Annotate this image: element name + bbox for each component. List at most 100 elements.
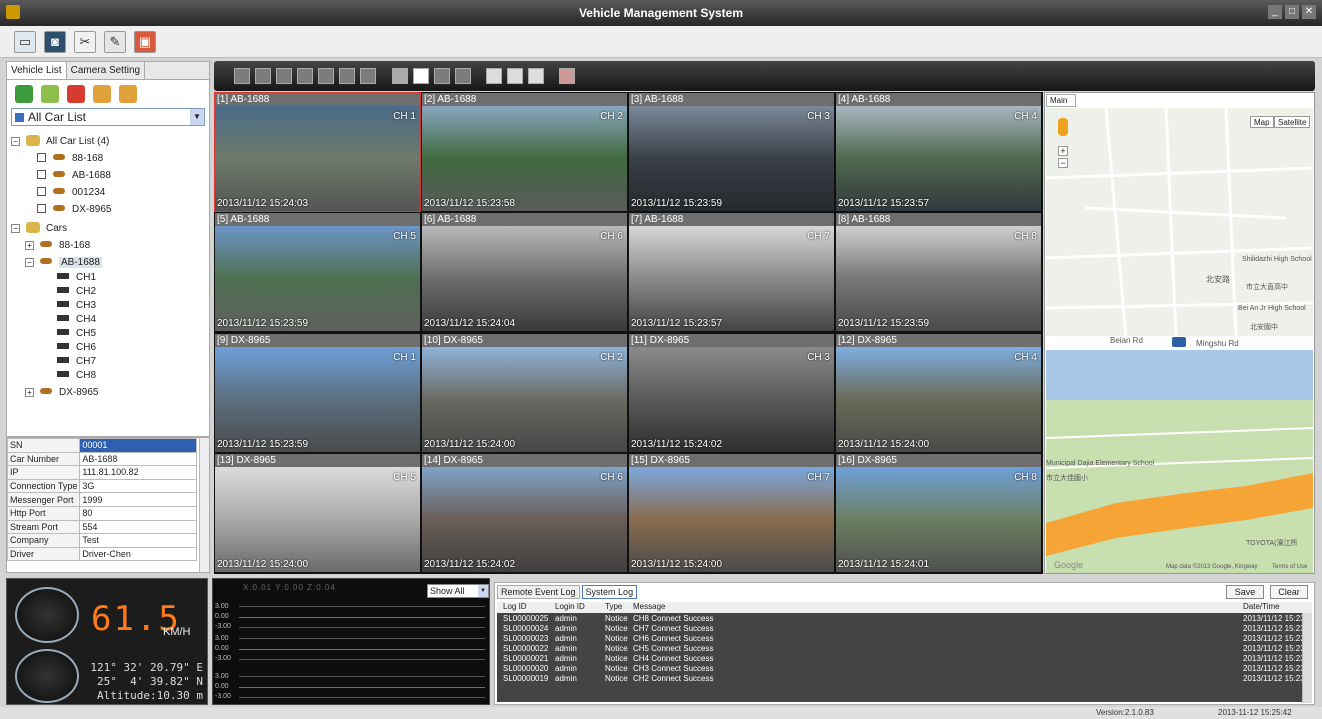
folder-icon[interactable]: [528, 68, 544, 84]
property-value[interactable]: 80: [79, 505, 197, 521]
video-cell[interactable]: [8] AB-1688 CH 8 2013/11/12 15:23:59: [836, 213, 1041, 331]
property-value[interactable]: 3G: [79, 478, 197, 494]
map-type-button[interactable]: Map: [1250, 116, 1274, 128]
export-icon[interactable]: [119, 85, 137, 103]
log-scrollbar[interactable]: [1302, 613, 1312, 703]
layout-4-icon[interactable]: [255, 68, 271, 84]
clear-button[interactable]: Clear: [1270, 585, 1308, 599]
tree-channel[interactable]: CH8: [57, 369, 96, 382]
map-view[interactable]: Map Satellite + − 北安路 Beian Rd Mingshu R…: [1046, 108, 1313, 573]
log-row[interactable]: SL00000023 admin Notice CH6 Connect Success…: [497, 634, 1305, 644]
property-value[interactable]: 554: [79, 519, 197, 535]
checkbox[interactable]: [37, 153, 46, 162]
layout-16-icon[interactable]: [392, 68, 408, 84]
layout-grid-icon[interactable]: [413, 68, 429, 84]
property-value[interactable]: 1999: [79, 492, 197, 507]
log-row[interactable]: SL00000022 admin Notice CH5 Connect Success…: [497, 644, 1305, 654]
property-value[interactable]: Driver-Chen: [79, 546, 197, 562]
video-cell[interactable]: [1] AB-1688 CH 1 2013/11/12 15:24:03: [214, 92, 421, 212]
tree-car-item[interactable]: AB-1688: [37, 169, 111, 182]
snapshot-icon[interactable]: [486, 68, 502, 84]
tree-channel[interactable]: CH4: [57, 313, 96, 326]
checkbox[interactable]: [37, 170, 46, 179]
video-cell[interactable]: [3] AB-1688 CH 3 2013/11/12 15:23:59: [629, 93, 834, 211]
monitor-icon[interactable]: ▭: [14, 31, 36, 53]
log-row[interactable]: SL00000025 admin Notice CH8 Connect Success…: [497, 614, 1305, 624]
delete-car-icon[interactable]: [67, 85, 85, 103]
zoom-out-button[interactable]: −: [1058, 158, 1068, 168]
tree-node-all-car-list[interactable]: − All Car List (4): [11, 135, 109, 148]
video-cell[interactable]: [16] DX-8965 CH 8 2013/11/12 15:24:01: [836, 454, 1041, 572]
satellite-type-button[interactable]: Satellite: [1274, 116, 1311, 128]
tree-car-item[interactable]: 001234: [37, 186, 105, 199]
tree-channel[interactable]: CH6: [57, 341, 96, 354]
map-tab-main[interactable]: Main: [1046, 94, 1076, 107]
import-icon[interactable]: [93, 85, 111, 103]
tree-channel[interactable]: CH5: [57, 327, 96, 340]
tree-node-cars[interactable]: − Cars: [11, 222, 67, 235]
video-cell[interactable]: [11] DX-8965 CH 3 2013/11/12 15:24:02: [629, 334, 834, 452]
minimize-button[interactable]: _: [1268, 5, 1282, 19]
log-row[interactable]: SL00000019 admin Notice CH2 Connect Success…: [497, 674, 1305, 684]
layout-1-icon[interactable]: [234, 68, 250, 84]
log-row[interactable]: SL00000024 admin Notice CH7 Connect Success…: [497, 624, 1305, 634]
car-list-select[interactable]: All Car List ▼: [11, 108, 205, 126]
layout-6-icon[interactable]: [276, 68, 292, 84]
tab-vehicle-list[interactable]: Vehicle List: [7, 62, 67, 79]
video-cell[interactable]: [14] DX-8965 CH 6 2013/11/12 15:24:02: [422, 454, 627, 572]
tree-channel[interactable]: CH2: [57, 285, 96, 298]
video-cell[interactable]: [5] AB-1688 CH 5 2013/11/12 15:23:59: [215, 213, 420, 331]
property-value[interactable]: Test: [79, 533, 197, 548]
video-cell[interactable]: [9] DX-8965 CH 1 2013/11/12 15:23:59: [215, 334, 420, 452]
tab-system-log[interactable]: System Log: [581, 585, 638, 599]
video-cell[interactable]: [4] AB-1688 CH 4 2013/11/12 15:23:57: [836, 93, 1041, 211]
terms-link[interactable]: Terms of Use: [1272, 564, 1307, 570]
tab-remote-event-log[interactable]: Remote Event Log: [497, 585, 580, 599]
tab-camera-setting[interactable]: Camera Setting: [67, 62, 146, 79]
broom-icon[interactable]: ✎: [104, 31, 126, 53]
save-button[interactable]: Save: [1226, 585, 1264, 599]
layout-9-icon[interactable]: [318, 68, 334, 84]
tree-car-item[interactable]: 88-168: [37, 152, 103, 165]
checkbox[interactable]: [37, 187, 46, 196]
street-view-pegman-icon[interactable]: [1058, 118, 1068, 136]
tools-icon[interactable]: ✂: [74, 31, 96, 53]
video-cell[interactable]: [7] AB-1688 CH 7 2013/11/12 15:23:57: [629, 213, 834, 331]
layout-full-icon[interactable]: [455, 68, 471, 84]
camera-icon[interactable]: ◙: [44, 31, 66, 53]
back-icon[interactable]: [559, 68, 575, 84]
checkbox[interactable]: [37, 204, 46, 213]
property-value[interactable]: 00001: [79, 438, 197, 453]
property-value[interactable]: AB-1688: [79, 451, 197, 467]
zoom-in-button[interactable]: +: [1058, 146, 1068, 156]
layout-8-icon[interactable]: [297, 68, 313, 84]
log-filter-select[interactable]: Show All ▼: [427, 584, 489, 598]
vehicle-marker-icon[interactable]: [1172, 337, 1186, 347]
tree-car-item[interactable]: + DX-8965: [25, 386, 98, 399]
layout-10-icon[interactable]: [339, 68, 355, 84]
properties-scrollbar[interactable]: [199, 438, 209, 572]
tree-car-item-selected[interactable]: − AB-1688: [25, 256, 102, 269]
add-car-icon[interactable]: [41, 85, 59, 103]
log-row[interactable]: SL00000020 admin Notice CH3 Connect Success…: [497, 664, 1305, 674]
video-cell[interactable]: [13] DX-8965 CH 5 2013/11/12 15:24:00: [215, 454, 420, 572]
tree-channel[interactable]: CH7: [57, 355, 96, 368]
video-cell[interactable]: [12] DX-8965 CH 4 2013/11/12 15:24:00: [836, 334, 1041, 452]
video-cell[interactable]: [6] AB-1688 CH 6 2013/11/12 15:24:04: [422, 213, 627, 331]
layout-custom-icon[interactable]: [434, 68, 450, 84]
refresh-icon[interactable]: [15, 85, 33, 103]
close-button[interactable]: ✕: [1302, 5, 1316, 19]
tree-channel[interactable]: CH3: [57, 299, 96, 312]
chevron-down-icon[interactable]: ▼: [478, 585, 488, 597]
tree-car-item[interactable]: +88-168: [25, 239, 90, 252]
tree-channel[interactable]: CH1: [57, 271, 96, 284]
record-icon[interactable]: [507, 68, 523, 84]
video-cell[interactable]: [2] AB-1688 CH 2 2013/11/12 15:23:58: [422, 93, 627, 211]
video-cell[interactable]: [10] DX-8965 CH 2 2013/11/12 15:24:00: [422, 334, 627, 452]
property-value[interactable]: 111.81.100.82: [79, 465, 197, 480]
layout-13-icon[interactable]: [360, 68, 376, 84]
maximize-button[interactable]: □: [1285, 5, 1299, 19]
chevron-down-icon[interactable]: ▼: [190, 109, 204, 125]
video-cell[interactable]: [15] DX-8965 CH 7 2013/11/12 15:24:00: [629, 454, 834, 572]
playback-icon[interactable]: ▣: [134, 31, 156, 53]
